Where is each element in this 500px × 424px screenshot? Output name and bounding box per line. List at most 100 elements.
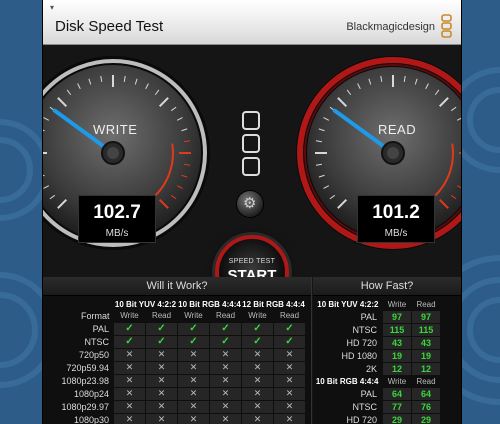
- cross-icon: ✕: [125, 375, 134, 385]
- cross-icon: ✕: [253, 362, 262, 372]
- supported-cell: ✓: [241, 321, 274, 336]
- read-header: Read: [416, 377, 436, 386]
- unsupported-cell: ✕: [145, 347, 178, 362]
- check-icon: ✓: [189, 323, 198, 334]
- slot-icon: [242, 157, 260, 176]
- unsupported-cell: ✕: [209, 360, 242, 375]
- write-header: Write: [184, 311, 203, 321]
- cross-icon: ✕: [253, 388, 262, 398]
- speed-row: PAL 64 64: [315, 387, 441, 401]
- will-it-work-table: 10 Bit YUV 4:2:2 10 Bit RGB 4:4:4 12 Bit…: [43, 299, 306, 424]
- format-header: Format: [80, 311, 110, 321]
- write-fps-value: 64: [382, 387, 412, 401]
- read-readout: 101.2 MB/s: [357, 195, 435, 243]
- supported-cell: ✓: [209, 321, 242, 336]
- unsupported-cell: ✕: [209, 386, 242, 401]
- write-fps-value: 43: [382, 336, 412, 350]
- cross-icon: ✕: [221, 388, 230, 398]
- read-header: Read: [279, 311, 300, 321]
- cross-icon: ✕: [221, 349, 230, 359]
- group-header: 10 Bit RGB 4:4:4: [178, 300, 241, 309]
- cross-icon: ✕: [285, 375, 294, 385]
- unsupported-cell: ✕: [145, 412, 178, 424]
- write-fps-value: 12: [382, 362, 412, 376]
- format-name: 720p50: [78, 349, 109, 360]
- write-fps-value: 115: [382, 323, 412, 337]
- cross-icon: ✕: [221, 375, 230, 385]
- write-speed-unit: MB/s: [105, 228, 129, 239]
- unsupported-cell: ✕: [113, 412, 146, 424]
- disk-speed-test-window: ▾ Disk Speed Test Blackmagicdesign WRITE…: [42, 0, 462, 424]
- unsupported-cell: ✕: [209, 373, 242, 388]
- unsupported-cell: ✕: [273, 412, 306, 424]
- read-header: Read: [215, 311, 236, 321]
- read-fps-value: 64: [411, 387, 441, 401]
- speed-row: 2K 12 12: [315, 362, 441, 376]
- speed-row: HD 720 29 29: [315, 413, 441, 424]
- write-header: Write: [387, 300, 407, 309]
- format-name: 1080p23.98: [61, 375, 109, 386]
- how-fast-panel: How Fast? 10 Bit YUV 4:2:2 Write Read PAL 97…: [313, 277, 461, 424]
- format-row: 1080p23.98 ✕ ✕ ✕ ✕ ✕ ✕: [43, 373, 306, 388]
- format-name: PAL: [360, 312, 377, 322]
- format-row: NTSC ✓ ✓ ✓ ✓ ✓ ✓: [43, 334, 306, 349]
- gauge-tick: [461, 129, 462, 131]
- check-icon: ✓: [157, 336, 166, 347]
- unsupported-cell: ✕: [241, 399, 274, 414]
- settings-button[interactable]: ⚙: [236, 190, 264, 218]
- cross-icon: ✕: [157, 401, 166, 411]
- format-name: HD 720: [346, 415, 377, 424]
- supported-cell: ✓: [273, 334, 306, 349]
- supported-cell: ✓: [113, 334, 146, 349]
- unsupported-cell: ✕: [273, 399, 306, 414]
- unsupported-cell: ✕: [113, 399, 146, 414]
- read-header: Read: [151, 311, 172, 321]
- check-icon: ✓: [125, 323, 134, 334]
- read-fps-value: 29: [411, 413, 441, 424]
- read-speed-value: 101.2: [372, 202, 420, 223]
- write-header: Write: [387, 377, 407, 386]
- read-fps-value: 43: [411, 336, 441, 350]
- write-fps-value: 29: [382, 413, 412, 424]
- format-row: 720p59.94 ✕ ✕ ✕ ✕ ✕ ✕: [43, 360, 306, 375]
- cross-icon: ✕: [285, 362, 294, 372]
- how-fast-title: How Fast?: [313, 277, 461, 296]
- format-name: PAL: [92, 323, 109, 334]
- supported-cell: ✓: [113, 321, 146, 336]
- gauge-area: WRITE 102.7 MB/s READ 101.2 MB/s ⚙ SPEED…: [43, 45, 462, 309]
- unsupported-cell: ✕: [145, 399, 178, 414]
- format-name: PAL: [360, 389, 377, 399]
- unsupported-cell: ✕: [177, 386, 210, 401]
- cross-icon: ✕: [253, 349, 262, 359]
- format-name: NTSC: [84, 336, 110, 347]
- cross-icon: ✕: [253, 375, 262, 385]
- cross-icon: ✕: [157, 388, 166, 398]
- unsupported-cell: ✕: [145, 373, 178, 388]
- group-header: 10 Bit YUV 4:2:2: [317, 300, 379, 310]
- cross-icon: ✕: [125, 414, 134, 424]
- format-name: 1080p29.97: [61, 401, 109, 412]
- read-speed-unit: MB/s: [384, 228, 408, 239]
- read-fps-value: 19: [411, 349, 441, 363]
- cross-icon: ✕: [189, 388, 198, 398]
- unsupported-cell: ✕: [241, 412, 274, 424]
- check-icon: ✓: [285, 323, 294, 334]
- cross-icon: ✕: [285, 401, 294, 411]
- format-name: HD 1080: [341, 351, 377, 361]
- window-menu-icon[interactable]: ▾: [47, 3, 57, 13]
- will-it-work-panel: Will it Work? 10 Bit YUV 4:2:2 10 Bit RG…: [43, 277, 312, 424]
- read-header: Read: [416, 300, 436, 309]
- read-fps-value: 12: [411, 362, 441, 376]
- format-name: 1080p30: [73, 414, 109, 424]
- speed-row: NTSC 77 76: [315, 400, 441, 414]
- write-fps-value: 77: [382, 400, 412, 414]
- group-header: 12 Bit RGB 4:4:4: [242, 300, 305, 309]
- check-icon: ✓: [253, 336, 262, 347]
- speed-row: HD 720 43 43: [315, 336, 441, 350]
- check-icon: ✓: [189, 336, 198, 347]
- brand-name: Blackmagicdesign: [346, 21, 435, 33]
- supported-cell: ✓: [273, 321, 306, 336]
- will-it-work-title: Will it Work?: [43, 277, 311, 296]
- check-icon: ✓: [285, 336, 294, 347]
- read-fps-value: 97: [411, 310, 441, 324]
